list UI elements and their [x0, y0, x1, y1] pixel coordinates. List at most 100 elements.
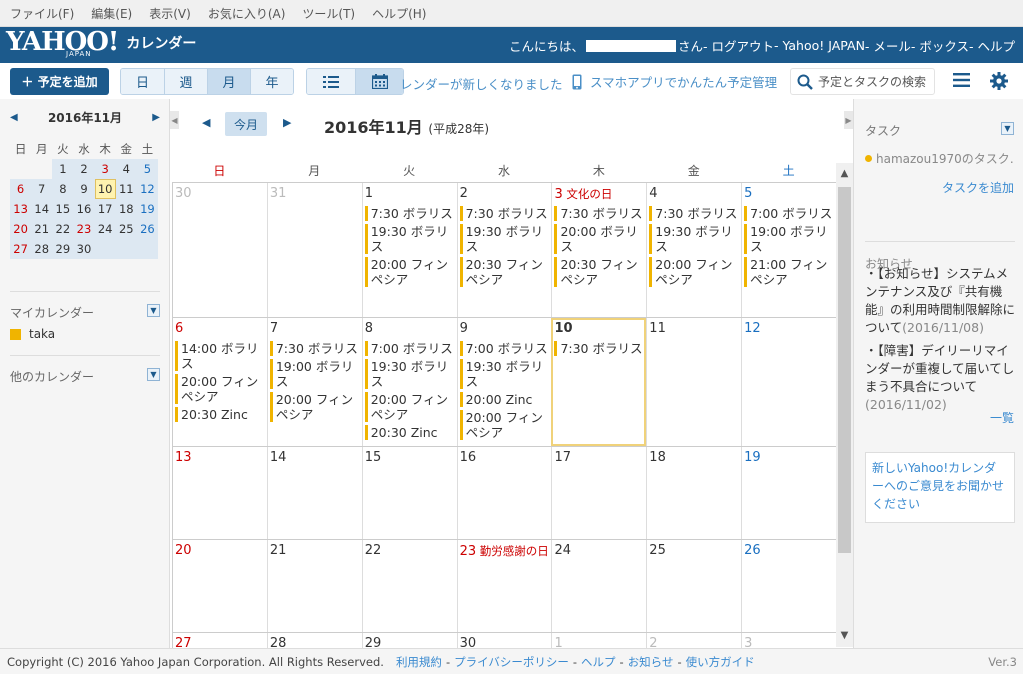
scroll-down-icon[interactable]: ▼	[836, 627, 853, 645]
mini-day[interactable]: 10	[94, 179, 116, 199]
calendar-event[interactable]: 20:00 フィンペシア	[364, 257, 455, 287]
mini-day[interactable]: 22	[52, 219, 74, 239]
mini-day[interactable]: 15	[52, 199, 74, 219]
day-cell[interactable]: 24	[551, 540, 646, 632]
calendar-event[interactable]: 20:00 Zinc	[459, 392, 550, 407]
day-cell[interactable]: 27	[172, 633, 267, 648]
logout-link[interactable]: - ログアウト	[703, 36, 774, 55]
menu-tools[interactable]: ツール(T)	[302, 5, 355, 22]
calendar-event[interactable]: 7:30 ボラリス	[364, 206, 455, 221]
calendar-event[interactable]: 21:00 フィンペシア	[744, 257, 834, 287]
yahoo-logo[interactable]: YAHOO! JAPAN カレンダー	[6, 27, 196, 63]
calendar-event[interactable]: 7:00 ボラリス	[459, 341, 550, 356]
mini-day[interactable]: 4	[115, 159, 137, 179]
calendar-event[interactable]: 7:30 ボラリス	[554, 341, 644, 356]
my-calendar-item[interactable]: taka	[10, 327, 55, 341]
mini-day[interactable]: 6	[10, 179, 32, 199]
day-cell[interactable]: 3	[741, 633, 836, 648]
day-cell[interactable]: 16	[456, 447, 552, 539]
day-cell[interactable]: 1 7:30 ボラリス 19:30 ボラリス 20:00 フィンペシア	[361, 183, 457, 317]
mini-day[interactable]: 20	[10, 219, 32, 239]
mini-day[interactable]: 18	[115, 199, 137, 219]
calendar-event[interactable]: 7:00 ボラリス	[364, 341, 455, 356]
feedback-link[interactable]: 新しいYahoo!カレンダーへのご意見をお聞かせください	[865, 452, 1015, 523]
calendar-event[interactable]: 7:00 ボラリス	[744, 206, 834, 221]
menu-file[interactable]: ファイル(F)	[10, 5, 74, 22]
day-cell[interactable]: 21	[266, 540, 362, 632]
day-cell[interactable]: 30	[456, 633, 552, 648]
mail-link[interactable]: - メール	[865, 36, 911, 55]
footer-help-link[interactable]: ヘルプ	[581, 654, 616, 670]
day-cell[interactable]: 10 7:30 ボラリス	[551, 318, 647, 446]
day-cell[interactable]: 8 7:00 ボラリス 19:30 ボラリス 20:00 フィンペシア 20:30 Zi…	[361, 318, 457, 446]
mini-day[interactable]: 29	[52, 239, 74, 259]
menu-view[interactable]: 表示(V)	[149, 5, 191, 22]
calendar-event[interactable]: 20:00 フィンペシア	[649, 257, 739, 287]
mini-day[interactable]: 28	[31, 239, 53, 259]
mini-day[interactable]: 3	[94, 159, 116, 179]
calendar-event[interactable]: 20:00 フィンペシア	[459, 410, 550, 440]
smartphone-app-link[interactable]: スマホアプリでかんたん予定管理	[572, 72, 777, 91]
box-link[interactable]: - ボックス	[911, 36, 969, 55]
mini-day[interactable]: 16	[73, 199, 95, 219]
news-item[interactable]: ・【障害】デイリーリマインダーが重複して届いてしまう不具合について (2016/1…	[865, 342, 1015, 414]
mini-day[interactable]: 19	[136, 199, 158, 219]
mini-day[interactable]: 9	[73, 179, 95, 199]
calendar-event[interactable]: 7:30 ボラリス	[554, 206, 644, 221]
day-cell[interactable]: 2	[646, 633, 741, 648]
privacy-link[interactable]: プライバシーポリシー	[454, 654, 569, 670]
mini-day[interactable]: 24	[94, 219, 116, 239]
mini-prev-icon[interactable]: ◀	[10, 112, 18, 123]
calendar-event[interactable]: 7:30 ボラリス	[269, 341, 360, 356]
day-cell[interactable]: 7 7:30 ボラリス 19:00 ボラリス 20:00 フィンペシア	[266, 318, 362, 446]
day-cell[interactable]: 17	[551, 447, 646, 539]
mini-day[interactable]: 7	[31, 179, 53, 199]
footer-news-link[interactable]: お知らせ	[628, 654, 674, 670]
view-year-button[interactable]: 年	[250, 69, 293, 94]
day-cell[interactable]: 20	[172, 540, 267, 632]
add-event-button[interactable]: ＋ 予定を追加	[10, 68, 109, 95]
list-view-button[interactable]	[307, 69, 355, 94]
mini-day[interactable]: 25	[115, 219, 137, 239]
calendar-event[interactable]: 19:00 ボラリス	[269, 359, 360, 389]
view-day-button[interactable]: 日	[121, 69, 164, 94]
day-cell[interactable]: 5 7:00 ボラリス 19:00 ボラリス 21:00 フィンペシア	[741, 183, 836, 317]
mini-day[interactable]: 12	[136, 179, 158, 199]
menu-help[interactable]: ヘルプ(H)	[372, 5, 426, 22]
calendar-event[interactable]: 20:00 フィンペシア	[175, 374, 265, 404]
calendar-event[interactable]: 19:30 ボラリス	[364, 359, 455, 389]
mini-day[interactable]: 26	[136, 219, 158, 239]
mini-day[interactable]: 14	[31, 199, 53, 219]
day-cell[interactable]: 29	[361, 633, 457, 648]
day-cell[interactable]: 11	[646, 318, 741, 446]
mini-day[interactable]: 23	[73, 219, 95, 239]
day-cell[interactable]: 23 勤労感謝の日	[456, 540, 552, 632]
calendar-event[interactable]: 19:30 ボラリス	[459, 359, 550, 389]
calendar-event[interactable]: 20:30 フィンペシア	[459, 257, 550, 287]
add-task-link[interactable]: タスクを追加	[942, 179, 1014, 196]
day-cell[interactable]: 26	[741, 540, 836, 632]
mini-day[interactable]: 1	[52, 159, 74, 179]
day-cell[interactable]: 4 7:30 ボラリス 19:30 ボラリス 20:00 フィンペシア	[646, 183, 741, 317]
day-cell[interactable]: 6 14:00 ボラリス 20:00 フィンペシア 20:30 Zinc	[172, 318, 267, 446]
day-cell[interactable]: 1	[551, 633, 646, 648]
day-cell[interactable]: 15	[361, 447, 457, 539]
calendar-event[interactable]: 7:30 ボラリス	[649, 206, 739, 221]
mini-day[interactable]: 2	[73, 159, 95, 179]
day-cell[interactable]: 13	[172, 447, 267, 539]
calendar-event[interactable]: 19:30 ボラリス	[459, 224, 550, 254]
scroll-thumb[interactable]	[838, 187, 851, 553]
mini-next-icon[interactable]: ▶	[152, 112, 160, 123]
mini-day[interactable]: 21	[31, 219, 53, 239]
news-list-link[interactable]: 一覧	[990, 409, 1014, 426]
terms-link[interactable]: 利用規約	[396, 654, 442, 670]
day-cell[interactable]: 30	[172, 183, 267, 317]
mini-day[interactable]: 30	[73, 239, 95, 259]
calendar-event[interactable]: 7:30 ボラリス	[459, 206, 550, 221]
collapse-left-icon[interactable]: ◀	[170, 111, 179, 129]
view-month-button[interactable]: 月	[207, 69, 250, 94]
task-list-item[interactable]: hamazou1970のタスク…	[865, 150, 1015, 167]
calendar-event[interactable]: 20:30 Zinc	[175, 407, 265, 422]
my-calendars-dropdown-icon[interactable]: ▼	[147, 304, 160, 317]
guide-link[interactable]: 使い方ガイド	[686, 654, 755, 670]
